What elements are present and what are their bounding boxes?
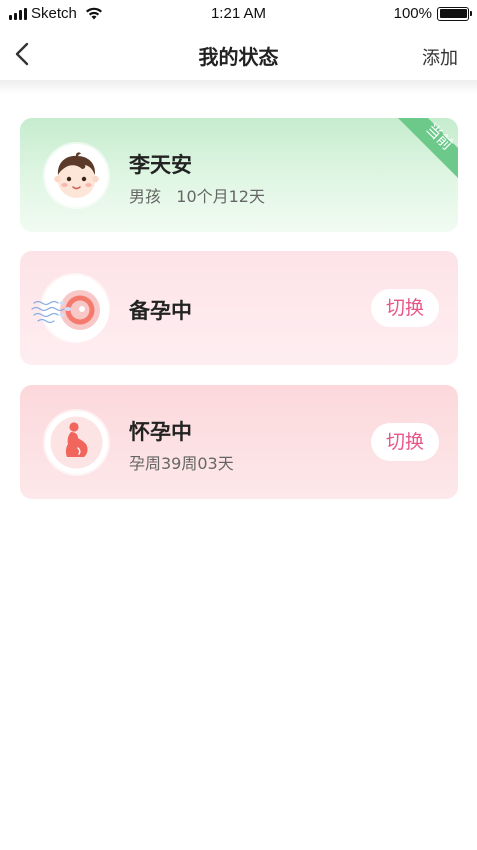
avatar bbox=[45, 411, 108, 474]
battery-icon bbox=[437, 6, 472, 21]
baby-face-icon bbox=[47, 146, 106, 205]
status-card-preparing[interactable]: 备孕中 切换 bbox=[20, 251, 458, 365]
status-bar-right: 100% bbox=[393, 5, 472, 22]
pregnant-woman-icon bbox=[47, 413, 106, 472]
status-bar: Sketch 1:21 AM 100% bbox=[0, 0, 477, 28]
avatar bbox=[31, 275, 109, 342]
add-button[interactable]: 添加 bbox=[422, 44, 458, 70]
battery-percent: 100% bbox=[393, 5, 432, 22]
switch-button[interactable]: 切换 bbox=[371, 289, 439, 327]
pregnancy-week: 孕周39周03天 bbox=[129, 454, 234, 473]
status-card-pregnant[interactable]: 怀孕中 孕周39周03天 切换 bbox=[20, 385, 458, 499]
status-card-baby[interactable]: 李天安 男孩 10个月12天 当前 bbox=[20, 118, 458, 232]
ovum-sperm-icon bbox=[31, 278, 109, 342]
avatar bbox=[45, 144, 108, 207]
profile-detail: 男孩 10个月12天 bbox=[129, 187, 265, 206]
nav-bar: 我的状态 添加 bbox=[0, 28, 477, 80]
profile-name: 李天安 bbox=[129, 153, 192, 177]
status-name: 备孕中 bbox=[129, 299, 192, 323]
battery-level bbox=[439, 9, 467, 18]
current-badge: 当前 bbox=[398, 118, 458, 178]
nav-divider bbox=[0, 80, 477, 94]
page-title: 我的状态 bbox=[198, 45, 279, 69]
status-name: 怀孕中 bbox=[129, 420, 192, 444]
switch-button[interactable]: 切换 bbox=[371, 423, 439, 461]
